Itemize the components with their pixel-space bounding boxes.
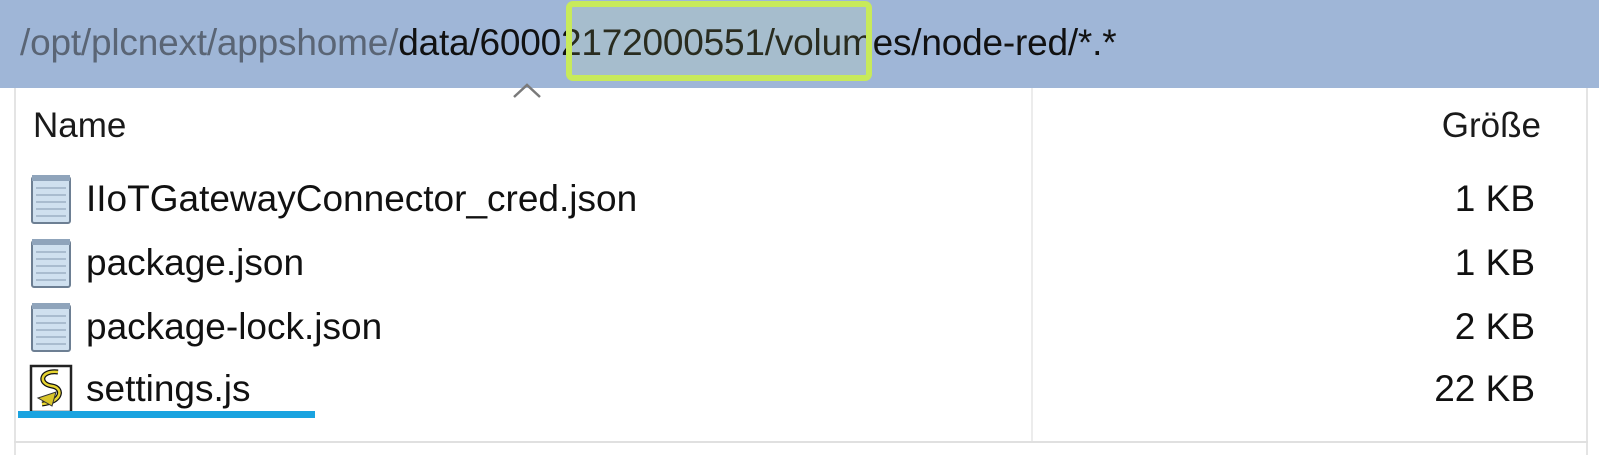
file-row[interactable]: package.json 1 KB [24,232,1564,294]
notepad-file-icon [31,175,71,224]
file-name: settings.js [86,368,251,409]
file-name: IIoTGatewayConnector_cred.json [86,178,638,219]
file-size: 2 KB [1454,306,1535,347]
chevron-up-icon [513,83,541,98]
file-row[interactable]: IIoTGatewayConnector_cred.json 1 KB [24,168,1564,230]
file-size: 1 KB [1454,242,1535,283]
annotation-underline [18,411,315,418]
file-row[interactable]: package-lock.json 2 KB [24,296,1564,358]
file-size: 22 KB [1434,368,1535,409]
notepad-file-icon [31,239,71,288]
column-header-size[interactable]: Größe [1442,104,1541,148]
column-header-name[interactable]: Name [33,104,126,148]
list-bottom-border [14,441,1588,443]
file-name: package.json [86,242,305,283]
path-segment-appshome: /opt/plcnext/appshome/ [20,22,399,63]
path-segment-data: data/ [398,22,480,63]
path-bar[interactable]: /opt/plcnext/appshome/data/6000217200055… [0,0,1599,88]
notepad-file-icon [31,303,71,352]
file-size: 1 KB [1454,178,1535,219]
script-file-icon [29,364,73,414]
file-name: package-lock.json [86,306,383,347]
serial-highlight-box [566,1,872,81]
